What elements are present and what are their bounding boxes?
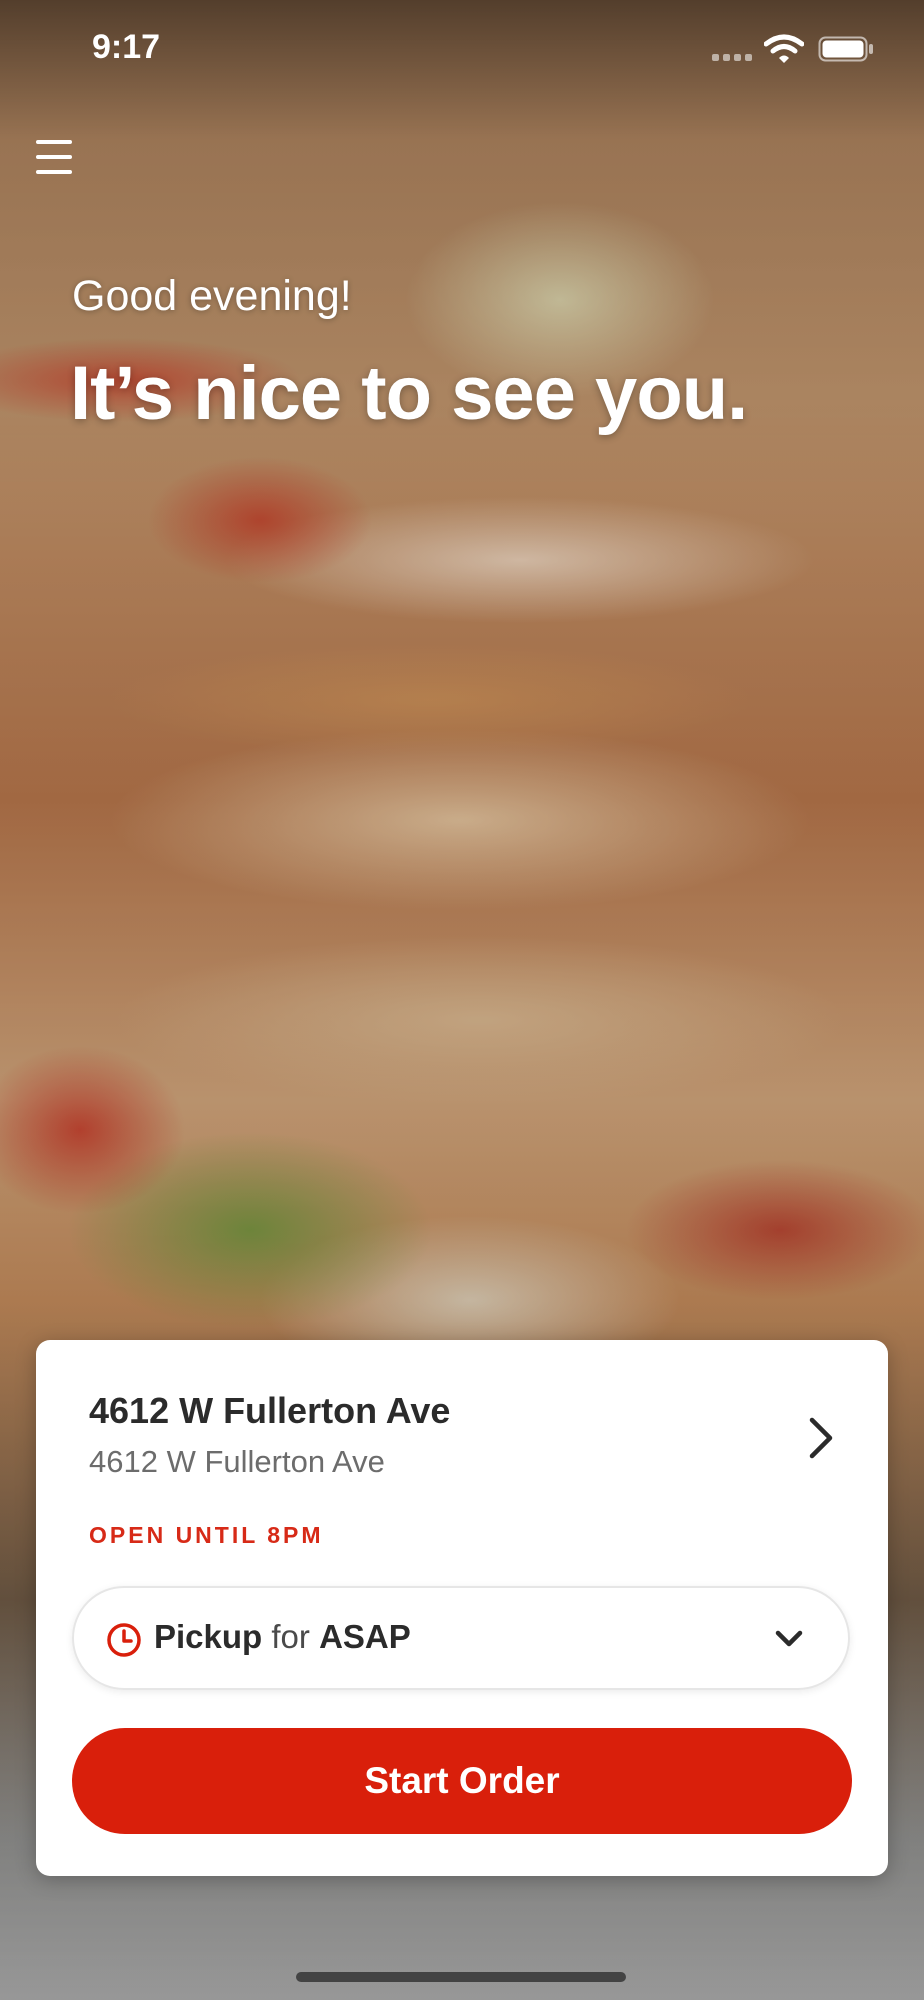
app-screen: 9:17 Good evening! It’s nice to see you.… xyxy=(0,0,924,2000)
store-card: 4612 W Fullerton Ave 4612 W Fullerton Av… xyxy=(36,1340,888,1876)
order-time-label: ASAP xyxy=(319,1618,411,1655)
chevron-right-icon xyxy=(809,1417,833,1459)
store-hours-status: OPEN UNTIL 8PM xyxy=(89,1522,324,1548)
greeting-text: Good evening! xyxy=(72,272,352,320)
store-name: 4612 W Fullerton Ave xyxy=(89,1390,451,1431)
home-indicator[interactable] xyxy=(296,1972,626,1982)
order-mode-label: Pickup xyxy=(154,1618,263,1655)
order-mode-text: Pickup for ASAP xyxy=(154,1618,411,1656)
order-mode-selector[interactable]: Pickup for ASAP xyxy=(72,1586,850,1690)
chevron-down-icon xyxy=(775,1630,803,1647)
store-location-row[interactable]: 4612 W Fullerton Ave 4612 W Fullerton Av… xyxy=(36,1340,888,1490)
hamburger-menu-icon[interactable] xyxy=(36,140,72,174)
status-time: 9:17 xyxy=(92,28,161,66)
status-bar: 9:17 xyxy=(0,0,924,100)
battery-icon xyxy=(818,36,873,62)
order-mode-connector: for xyxy=(271,1618,310,1655)
cellular-signal-icon xyxy=(712,54,754,62)
welcome-headline: It’s nice to see you. xyxy=(70,351,748,436)
store-address: 4612 W Fullerton Ave xyxy=(89,1444,385,1479)
wifi-icon xyxy=(764,34,804,63)
start-order-button[interactable]: Start Order xyxy=(72,1728,852,1834)
clock-icon xyxy=(107,1623,141,1657)
